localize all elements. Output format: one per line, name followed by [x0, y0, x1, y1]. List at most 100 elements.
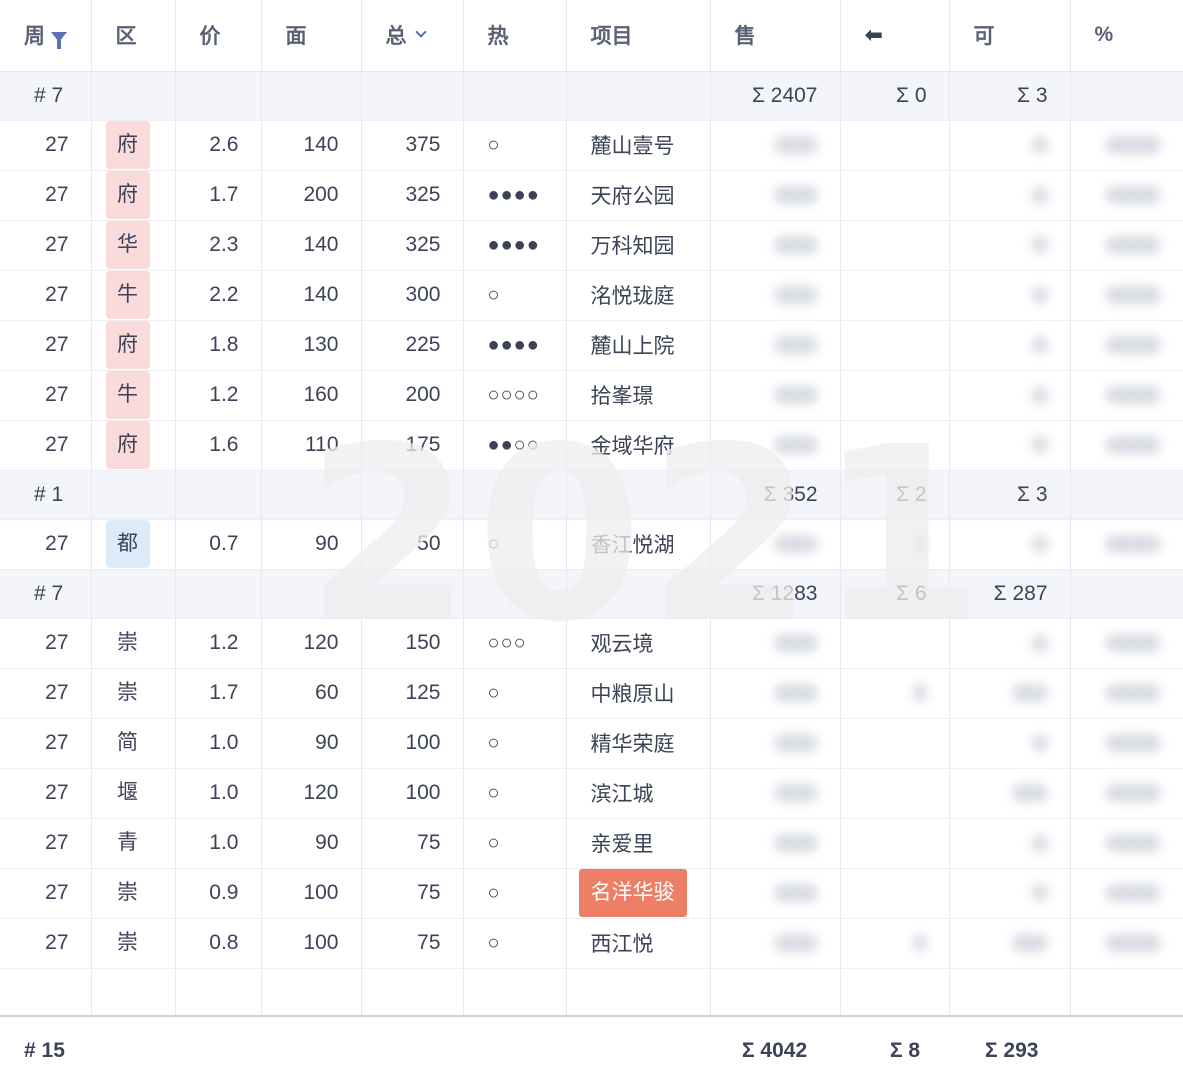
district-tag: 府: [105, 321, 150, 369]
district-cell: 府: [91, 420, 176, 471]
area-cell: 90: [261, 818, 362, 869]
sold-cell-obscured: [710, 370, 841, 421]
table-row[interactable]: 27 崇 1.7 60 125 ○ 中粮原山: [0, 668, 1183, 719]
percent-cell-obscured: [1070, 768, 1183, 819]
district-tag: 牛: [105, 371, 150, 419]
table-row[interactable]: 27 崇 0.8 100 75 ○ 西江悦: [0, 918, 1183, 969]
table-row[interactable]: 27 府 1.6 110 175 ●●○○ 金域华府: [0, 420, 1183, 471]
table-row[interactable]: 27 府 1.7 200 325 ●●●● 天府公园: [0, 170, 1183, 221]
header-project-label: 项目: [590, 25, 633, 49]
project-name: 天府公园: [590, 185, 675, 208]
heat-cell: ○: [463, 668, 567, 719]
week-cell: 27: [0, 718, 92, 769]
project-cell[interactable]: 名洋华骏: [566, 868, 711, 919]
table-row[interactable]: 27 堰 1.0 120 100 ○ 滨江城: [0, 768, 1183, 819]
total-cell: 75: [361, 868, 464, 919]
project-cell[interactable]: 洺悦珑庭: [566, 270, 711, 321]
group-row[interactable]: # 1 Σ 352 Σ 2Σ 3: [0, 470, 1183, 520]
header-back[interactable]: ⬅: [840, 0, 950, 72]
available-cell-obscured: [949, 370, 1071, 421]
available-cell-obscured: [949, 420, 1071, 471]
group-sum-sold: Σ 352: [710, 470, 841, 520]
group-row[interactable]: # 7 Σ 1283 Σ 6Σ 287: [0, 569, 1183, 619]
header-district[interactable]: 区: [91, 0, 176, 72]
area-cell: 120: [261, 768, 362, 819]
footer-count: # 15: [24, 1039, 65, 1062]
table-row[interactable]: 27 牛 2.2 140 300 ○ 洺悦珑庭: [0, 270, 1183, 321]
project-cell[interactable]: 精华荣庭: [566, 718, 711, 769]
percent-cell-obscured: [1070, 120, 1183, 171]
project-cell[interactable]: 万科知园: [566, 220, 711, 271]
total-cell: 50: [361, 519, 464, 570]
price-cell: 1.2: [175, 618, 262, 669]
project-cell[interactable]: 西江悦: [566, 918, 711, 969]
project-cell[interactable]: 麓山壹号: [566, 120, 711, 171]
project-cell[interactable]: 中粮原山: [566, 668, 711, 719]
sold-cell-obscured: [710, 718, 841, 769]
footer-sum-available: Σ 293: [985, 1039, 1039, 1062]
table-row[interactable]: 27 府 1.8 130 225 ●●●● 麓山上院: [0, 320, 1183, 371]
heat-cell: ○: [463, 818, 567, 869]
header-available[interactable]: 可: [949, 0, 1071, 72]
project-cell[interactable]: 滨江城: [566, 768, 711, 819]
district-cell: 崇: [91, 668, 176, 719]
header-project[interactable]: 项目: [566, 0, 711, 72]
total-cell: 125: [361, 668, 464, 719]
available-cell-obscured: [949, 668, 1071, 719]
group-count: # 7: [0, 569, 92, 619]
percent-cell-obscured: [1070, 320, 1183, 371]
project-cell[interactable]: 拾峯璟: [566, 370, 711, 421]
group-row[interactable]: # 7 Σ 2407 Σ 0Σ 3: [0, 71, 1183, 121]
project-cell[interactable]: 观云境: [566, 618, 711, 669]
filter-icon[interactable]: [51, 32, 67, 50]
percent-cell-obscured: [1070, 618, 1183, 669]
header-sold[interactable]: 售: [710, 0, 841, 72]
project-cell[interactable]: 天府公园: [566, 170, 711, 221]
price-cell: 1.8: [175, 320, 262, 371]
price-cell: 0.8: [175, 918, 262, 969]
project-cell[interactable]: 麓山上院: [566, 320, 711, 371]
group-count: # 7: [0, 71, 92, 121]
header-price[interactable]: 价: [175, 0, 262, 72]
week-cell: 27: [0, 220, 92, 271]
table-row[interactable]: 27 都 0.7 90 50 ○ 香江悦湖: [0, 519, 1183, 570]
table-row[interactable]: 27 牛 1.2 160 200 ○○○○ 拾峯璟: [0, 370, 1183, 421]
project-cell[interactable]: 金域华府: [566, 420, 711, 471]
district-cell: 崇: [91, 618, 176, 669]
project-cell[interactable]: 亲爱里: [566, 818, 711, 869]
table-row[interactable]: 27 崇 0.9 100 75 ○ 名洋华骏: [0, 868, 1183, 919]
area-cell: 160: [261, 370, 362, 421]
table-row[interactable]: 27 崇 1.2 120 150 ○○○ 观云境: [0, 618, 1183, 669]
week-cell: 27: [0, 768, 92, 819]
arrow-left-icon[interactable]: ⬅: [865, 22, 883, 48]
chevron-down-icon[interactable]: [414, 26, 427, 38]
heat-cell: ○: [463, 519, 567, 570]
available-cell-obscured: [949, 868, 1071, 919]
district-tag: 牛: [105, 271, 150, 319]
table-row[interactable]: 27 府 2.6 140 375 ○ 麓山壹号: [0, 120, 1183, 171]
week-cell: 27: [0, 918, 92, 969]
available-cell-obscured: [949, 320, 1071, 371]
header-percent[interactable]: %: [1070, 0, 1183, 72]
available-cell-obscured: [949, 170, 1071, 221]
header-week[interactable]: 周: [0, 0, 92, 72]
table-row[interactable]: 27 青 1.0 90 75 ○ 亲爱里: [0, 818, 1183, 869]
sold-cell-obscured: [710, 918, 841, 969]
week-cell: 27: [0, 170, 92, 221]
district-cell: 堰: [91, 768, 176, 819]
district-tag: 府: [105, 171, 150, 219]
percent-cell-obscured: [1070, 918, 1183, 969]
district-tag: 崇: [117, 931, 138, 954]
header-heat[interactable]: 热: [463, 0, 567, 72]
table-row[interactable]: 27 华 2.3 140 325 ●●●● 万科知园: [0, 220, 1183, 271]
project-name: 香江悦湖: [590, 534, 675, 557]
header-total[interactable]: 总: [361, 0, 464, 72]
project-cell[interactable]: 香江悦湖: [566, 519, 711, 570]
table-row[interactable]: 27 简 1.0 90 100 ○ 精华荣庭: [0, 718, 1183, 769]
area-cell: 110: [261, 420, 362, 471]
group-sum-sold: Σ 1283: [710, 569, 841, 619]
week-cell: 27: [0, 519, 92, 570]
district-tag: 崇: [117, 631, 138, 654]
header-area[interactable]: 面: [261, 0, 362, 72]
available-cell-obscured: [949, 220, 1071, 271]
